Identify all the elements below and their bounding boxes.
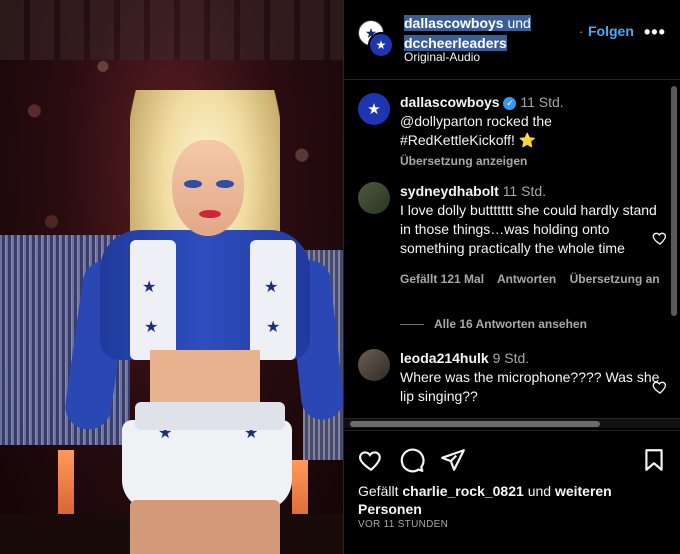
translate-link[interactable]: Übersetzung an — [570, 272, 660, 286]
caption-username[interactable]: dallascowboys — [400, 94, 500, 110]
stadium-seats — [0, 0, 343, 60]
caption-avatar[interactable]: ★ — [358, 93, 390, 125]
post-footer: Gefällt charlie_rock_0821 und weiteren P… — [344, 430, 680, 554]
author-link-2[interactable]: dccheerleaders — [404, 35, 507, 51]
star-icon: ★ — [144, 319, 159, 336]
performer-vest-right: ★ ★ — [250, 240, 296, 360]
performer-vest-left: ★ ★ — [130, 240, 176, 360]
post-timestamp[interactable]: VOR 11 STUNDEN — [358, 519, 448, 530]
author-joiner: und — [507, 15, 531, 31]
follow-button[interactable]: Folgen — [588, 23, 634, 39]
heart-icon[interactable] — [652, 379, 668, 395]
verified-icon: ✓ — [503, 96, 517, 110]
post-authors: dallascowboys und dccheerleaders — [404, 13, 579, 53]
post-side-panel: ★ ★ dallascowboys und dccheerleaders Ori… — [343, 0, 680, 554]
performer-eye — [216, 180, 234, 188]
comment-icon[interactable] — [399, 447, 425, 473]
comment-username[interactable]: sydneydhabolt — [400, 183, 499, 199]
bookmark-icon[interactable] — [641, 447, 667, 473]
share-icon[interactable] — [440, 447, 466, 473]
comment-username[interactable]: leoda214hulk — [400, 350, 489, 366]
performer-figure: ★ ★ ★ ★ ★ ★ — [60, 90, 343, 554]
collab-avatars[interactable]: ★ ★ — [358, 20, 394, 58]
caption-time: 11 Std. — [520, 94, 564, 110]
view-replies-button[interactable]: Alle 16 Antworten ansehen — [400, 317, 587, 331]
heart-icon[interactable] — [358, 447, 384, 473]
avatar-dccheerleaders[interactable]: ★ — [368, 32, 394, 58]
liked-by-prefix: Gefällt — [358, 483, 399, 499]
liked-by-middle: und — [527, 483, 552, 499]
post-media[interactable]: ★ ★ ★ ★ ★ ★ — [0, 0, 343, 554]
audio-link[interactable]: Original-Audio — [404, 50, 480, 64]
translate-link[interactable]: Übersetzung anzeigen — [400, 152, 670, 171]
comment-time: 11 Std. — [502, 183, 547, 199]
performer-face — [172, 140, 244, 236]
comment-body: leoda214hulk 9 Std. Where was the microp… — [400, 349, 670, 406]
caption-text: @dollyparton rocked the #RedKettleKickof… — [400, 113, 552, 148]
performer-shorts: ★ ★ — [122, 420, 292, 510]
comment-avatar[interactable] — [358, 349, 390, 381]
comments-scrollbar[interactable] — [671, 86, 677, 316]
performer-lips — [199, 210, 221, 218]
separator-dot: · — [579, 24, 584, 39]
comment-text: I love dolly buttttttt she could hardly … — [400, 202, 657, 256]
heart-icon[interactable] — [652, 230, 668, 246]
more-icon[interactable]: ••• — [644, 22, 666, 43]
performer-eye — [184, 180, 202, 188]
comment-likes[interactable]: Gefällt 121 Mal — [400, 272, 484, 286]
author-link-1[interactable]: dallascowboys — [404, 15, 504, 31]
reply-button[interactable]: Antworten — [497, 272, 556, 286]
star-icon: ★ — [142, 279, 157, 296]
star-icon: ★ — [264, 279, 279, 296]
comments-list[interactable]: ★ dallascowboys ✓ 11 Std. @dollyparton r… — [344, 81, 680, 416]
comment-body: sydneydhabolt 11 Std. I love dolly buttt… — [400, 182, 670, 289]
horizontal-scrollbar[interactable] — [344, 418, 680, 428]
comment-actions: Gefällt 121 Mal Antworten Übersetzung an — [400, 270, 670, 289]
comment-text: Where was the microphone???? Was she lip… — [400, 369, 660, 404]
caption-body: dallascowboys ✓ 11 Std. @dollyparton roc… — [400, 93, 670, 171]
liked-by-text: Gefällt charlie_rock_0821 und weiteren P… — [358, 482, 668, 518]
star-icon: ★ — [266, 319, 281, 336]
post-header: ★ ★ dallascowboys und dccheerleaders Ori… — [344, 0, 680, 80]
replies-divider — [400, 324, 424, 326]
comment-time: 9 Std. — [492, 350, 530, 366]
view-replies-label: Alle 16 Antworten ansehen — [434, 317, 587, 331]
performer-legs — [130, 500, 280, 554]
horizontal-scrollbar-thumb[interactable] — [350, 421, 600, 427]
performer-belt — [135, 402, 285, 430]
performer-midriff — [150, 350, 260, 410]
comment-avatar[interactable] — [358, 182, 390, 214]
liked-by-user[interactable]: charlie_rock_0821 — [402, 483, 523, 499]
